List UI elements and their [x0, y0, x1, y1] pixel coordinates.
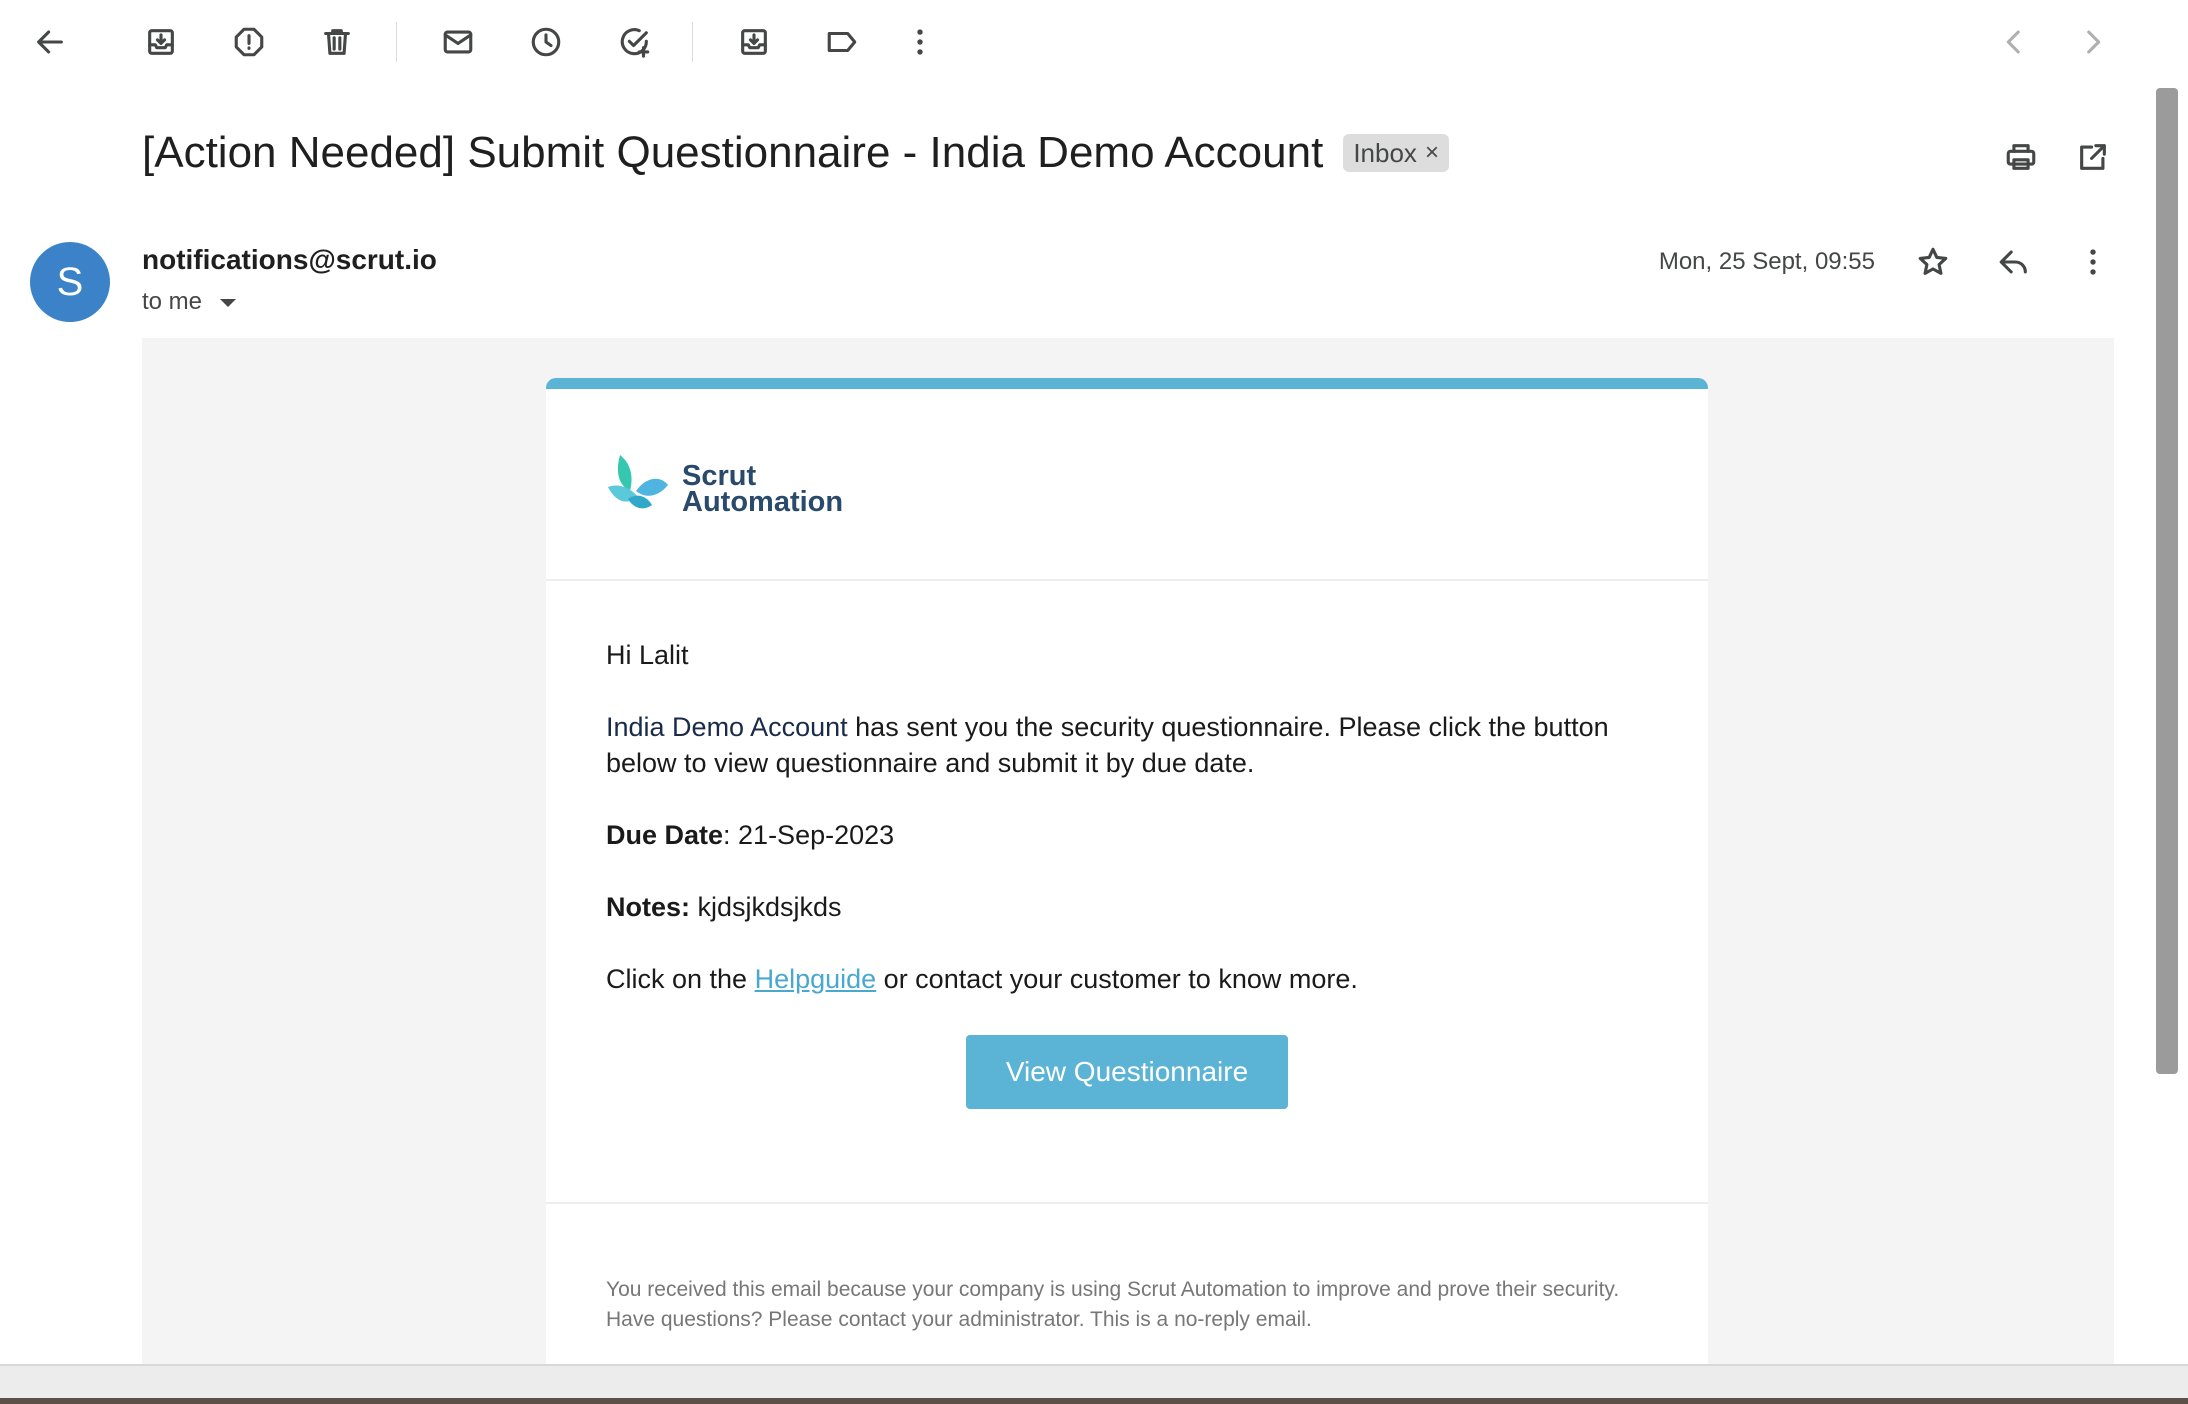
toolbar — [0, 0, 2160, 84]
footer-text: You received this email because your com… — [606, 1278, 1620, 1331]
report-spam-icon[interactable] — [227, 20, 271, 64]
logo-line-2: Automation — [682, 486, 844, 518]
window-bottom-edge — [0, 1364, 2188, 1404]
recipient-details[interactable]: to me — [142, 288, 237, 316]
notes-line: Notes: kjdsjkdsjkds — [606, 889, 1648, 925]
due-date-line: Due Date: 21-Sep-2023 — [606, 817, 1648, 853]
subject-row: [Action Needed] Submit Questionnaire - I… — [142, 128, 1449, 178]
print-icon[interactable] — [1997, 133, 2045, 181]
chevron-down-icon[interactable] — [220, 299, 237, 307]
greeting: Hi Lalit — [606, 640, 689, 670]
more-vert-icon[interactable] — [2069, 238, 2117, 286]
toolbar-divider — [692, 22, 693, 62]
chevron-left-icon[interactable] — [1992, 20, 2036, 64]
chevron-right-icon[interactable] — [2071, 20, 2115, 64]
add-task-icon[interactable] — [613, 20, 657, 64]
remove-label-icon[interactable]: × — [1425, 139, 1439, 167]
recipient-label: to me — [142, 288, 203, 315]
email-date: Mon, 25 Sept, 09:55 — [1658, 248, 1875, 275]
mark-unread-icon[interactable] — [436, 20, 480, 64]
label-chip-text: Inbox — [1353, 137, 1417, 168]
reply-icon[interactable] — [1990, 238, 2038, 286]
label-icon[interactable] — [820, 20, 864, 64]
star-icon[interactable] — [1909, 238, 1957, 286]
due-date-label: Due Date — [606, 820, 724, 850]
notes-label: Notes: — [606, 892, 691, 922]
helpguide-link[interactable]: Helpguide — [755, 964, 877, 994]
footer-divider — [546, 1202, 1708, 1204]
scrut-logo-text: Scrut Automation — [682, 462, 844, 518]
helpguide-line: Click on the Helpguide or contact your c… — [606, 961, 1648, 997]
toolbar-divider — [396, 22, 397, 62]
email-subject: [Action Needed] Submit Questionnaire - I… — [142, 128, 1324, 177]
account-name: India Demo Account — [606, 712, 848, 742]
delete-icon[interactable] — [315, 20, 359, 64]
logo-header: Scrut Automation — [546, 389, 1708, 581]
avatar[interactable]: S — [30, 242, 110, 322]
archive-icon[interactable] — [139, 20, 183, 64]
view-questionnaire-button[interactable]: View Questionnaire — [966, 1035, 1288, 1109]
open-in-new-window-icon[interactable] — [2069, 133, 2117, 181]
cta-wrapper: View Questionnaire — [606, 1035, 1648, 1109]
due-date-value: : 21-Sep-2023 — [723, 820, 895, 850]
notes-value: kjdsjkdsjkds — [690, 892, 842, 922]
helpguide-prefix: Click on the — [606, 964, 755, 994]
window-bottom-line — [0, 1398, 2188, 1404]
inbox-label-chip[interactable]: Inbox × — [1343, 134, 1449, 172]
scrollbar[interactable] — [2156, 88, 2178, 1074]
scrut-logo-icon — [608, 455, 668, 509]
move-to-icon[interactable] — [732, 20, 776, 64]
helpguide-suffix: or contact your customer to know more. — [876, 964, 1358, 994]
sender-email[interactable]: notifications@scrut.io — [142, 244, 437, 276]
email-card: Scrut Automation Hi Lalit India Demo Acc… — [546, 378, 1708, 1364]
back-arrow-icon[interactable] — [28, 20, 72, 64]
intro-paragraph: India Demo Account has sent you the secu… — [606, 709, 1648, 781]
more-vert-icon[interactable] — [898, 20, 942, 64]
snooze-icon[interactable] — [524, 20, 568, 64]
message-content: Hi Lalit India Demo Account has sent you… — [546, 581, 1708, 1109]
